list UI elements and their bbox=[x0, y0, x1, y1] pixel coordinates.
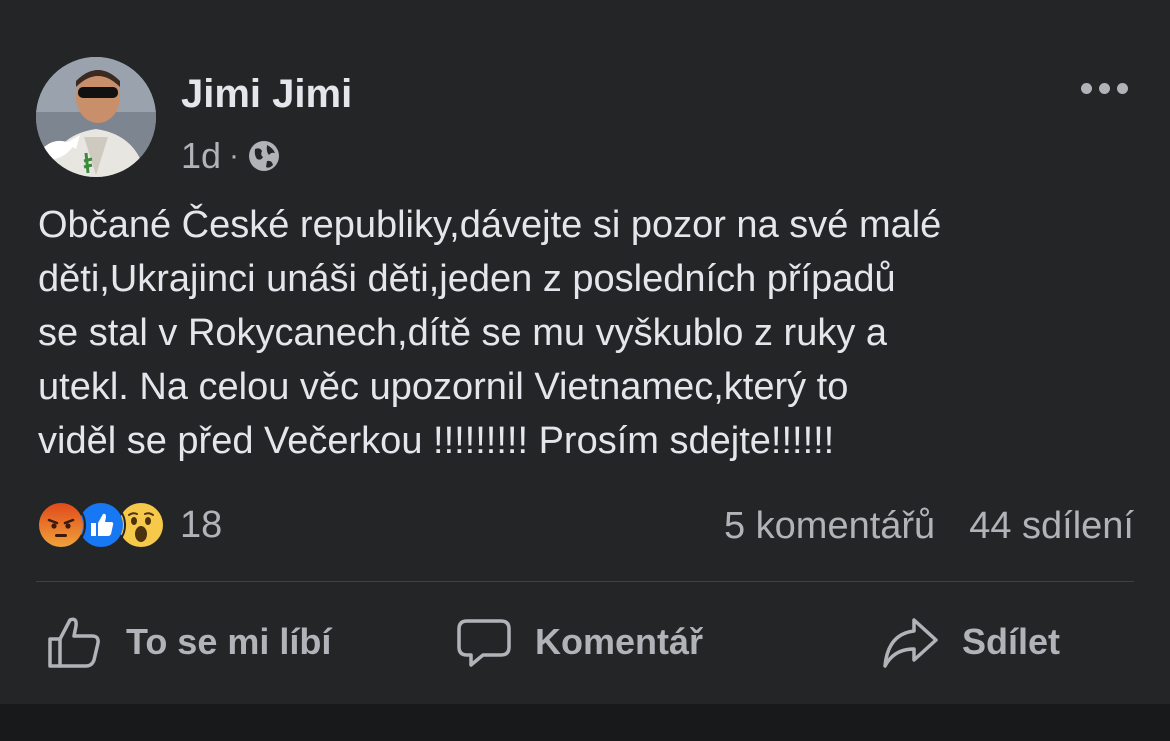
comment-icon bbox=[457, 619, 511, 667]
avatar[interactable] bbox=[36, 57, 156, 177]
post-card: Jimi Jimi 1d · Občané České republiky,dá… bbox=[0, 0, 1170, 704]
like-label: To se mi líbí bbox=[126, 621, 332, 662]
divider bbox=[36, 581, 1134, 582]
reactions-summary[interactable]: 18 bbox=[36, 500, 222, 550]
shares-count[interactable]: 44 sdílení bbox=[969, 505, 1134, 548]
share-icon bbox=[883, 618, 938, 668]
angry-reaction-icon bbox=[36, 500, 86, 550]
meta-separator: · bbox=[229, 139, 240, 172]
post-time[interactable]: 1d bbox=[181, 135, 221, 177]
more-horizontal-icon bbox=[1080, 82, 1092, 94]
post-stats: 5 komentářů 44 sdílení bbox=[724, 505, 1134, 548]
globe-icon bbox=[249, 141, 280, 171]
reaction-count: 18 bbox=[180, 503, 223, 546]
author-name[interactable]: Jimi Jimi bbox=[181, 72, 352, 117]
feed-separator bbox=[0, 704, 1170, 741]
more-options-button[interactable] bbox=[1076, 72, 1132, 104]
like-button[interactable]: To se mi líbí bbox=[44, 610, 331, 674]
thumbs-up-icon bbox=[48, 617, 100, 668]
post-text: Občané České republiky,dávejte si pozor … bbox=[38, 204, 942, 462]
comments-count[interactable]: 5 komentářů bbox=[724, 505, 935, 548]
share-button[interactable]: Sdílet bbox=[880, 610, 1060, 674]
comment-label: Komentář bbox=[535, 621, 704, 662]
post-meta: 1d · bbox=[181, 135, 281, 177]
share-label: Sdílet bbox=[962, 621, 1061, 662]
avatar-image bbox=[36, 57, 156, 177]
comment-button[interactable]: Komentář bbox=[455, 610, 703, 674]
